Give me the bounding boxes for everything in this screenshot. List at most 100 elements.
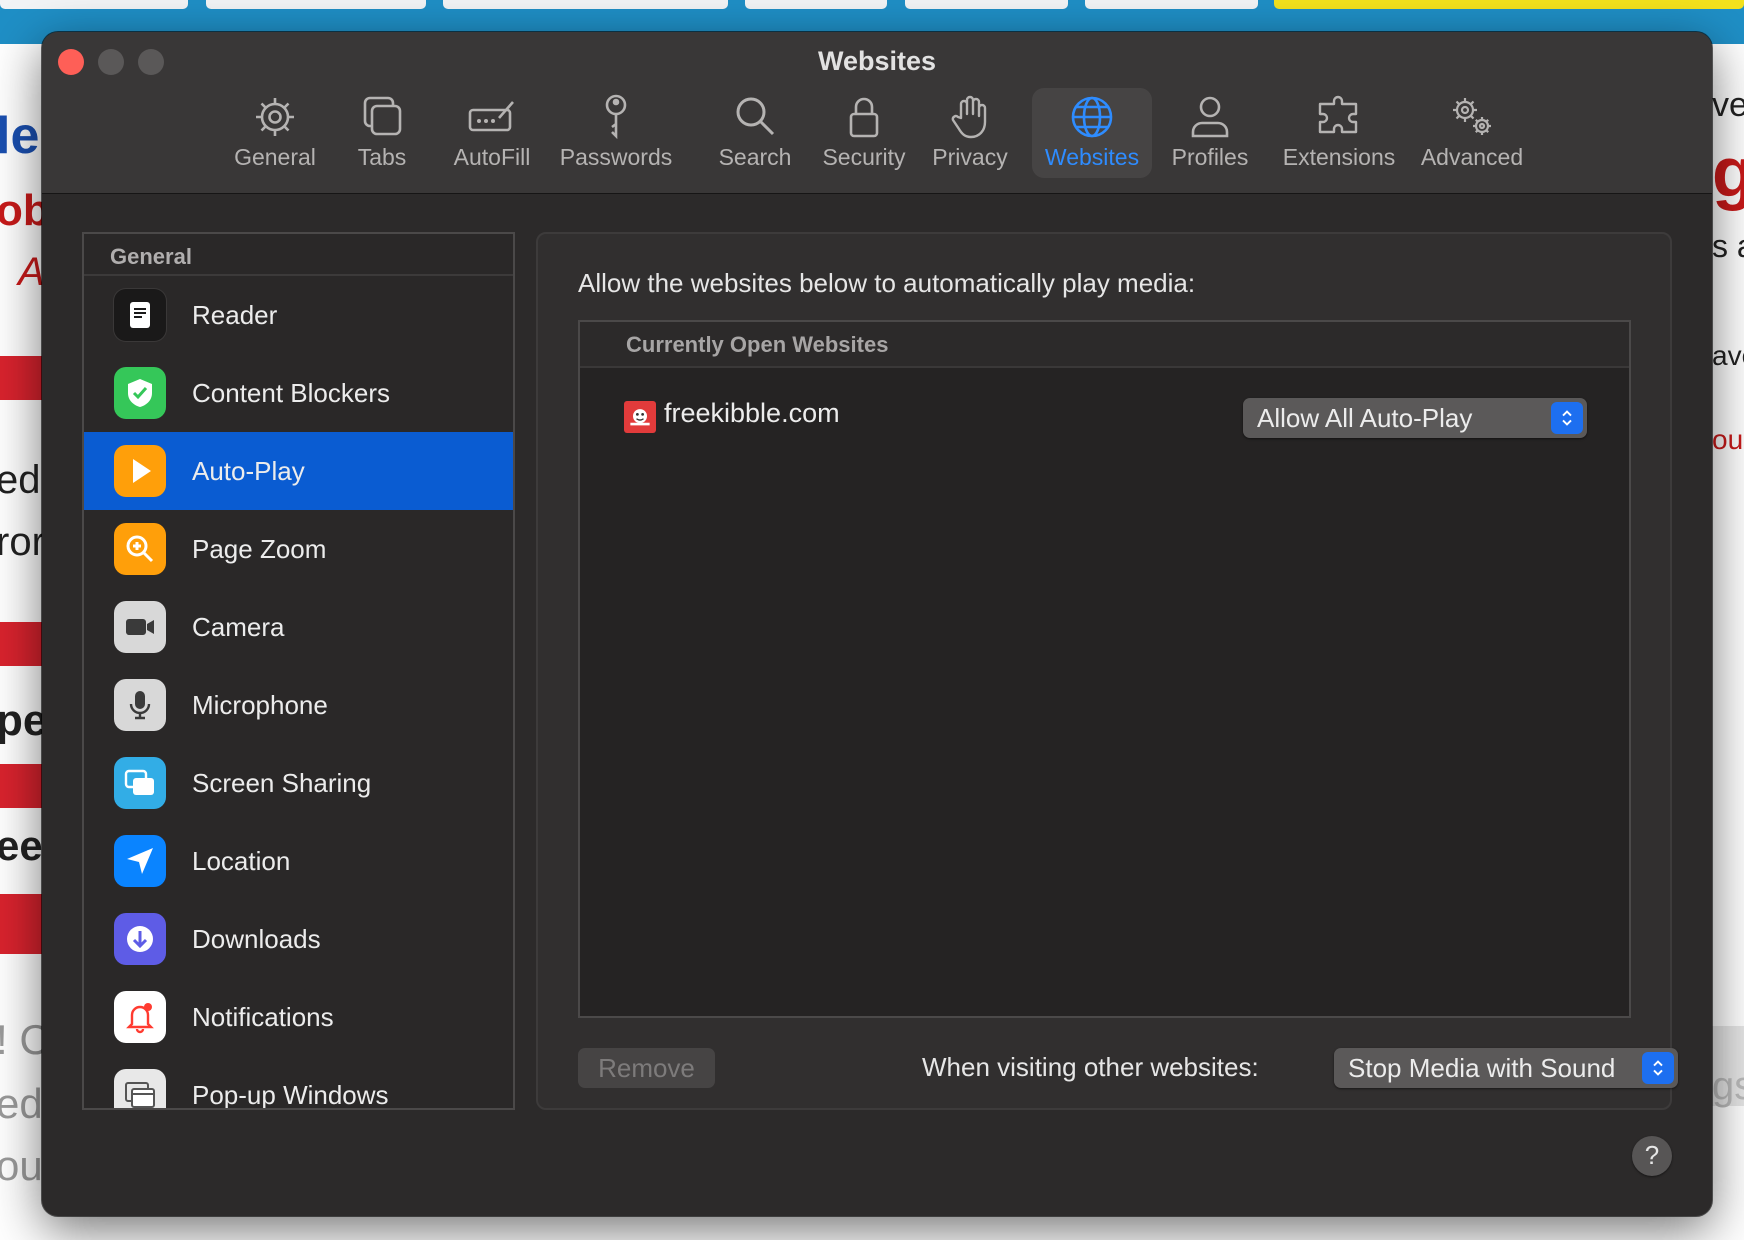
background-tab xyxy=(206,0,426,9)
hand-icon xyxy=(951,95,987,139)
tab-advanced[interactable]: Advanced xyxy=(1412,88,1532,178)
tab-search[interactable]: Search xyxy=(707,88,803,178)
window-title: Websites xyxy=(817,46,937,76)
tab-websites[interactable]: Websites xyxy=(1032,88,1152,178)
chevron-up-down-icon xyxy=(1642,1052,1674,1084)
remove-button[interactable]: Remove xyxy=(578,1048,715,1088)
sidebar-item-label: Downloads xyxy=(192,923,321,954)
tab-label: General xyxy=(234,144,316,170)
tab-security[interactable]: Security xyxy=(812,88,916,178)
sidebar-item-reader[interactable]: Reader xyxy=(84,276,513,354)
person-icon xyxy=(1191,96,1229,138)
site-favicon-icon xyxy=(624,401,656,433)
sidebar-item-label: Notifications xyxy=(192,1001,334,1032)
auto-play-setting-select[interactable]: Allow All Auto-Play xyxy=(1243,398,1587,438)
background-text: A xyxy=(18,250,45,294)
screen-sharing-icon xyxy=(114,757,166,809)
tab-label: Security xyxy=(822,144,906,170)
lock-icon xyxy=(849,97,879,138)
background-tab xyxy=(1274,0,1744,9)
tab-profiles[interactable]: Profiles xyxy=(1162,88,1258,178)
background-text: ed xyxy=(0,458,41,502)
gears-icon xyxy=(1453,98,1491,135)
camera-icon xyxy=(114,601,166,653)
background-text: ave xyxy=(1712,340,1744,371)
tab-label: Profiles xyxy=(1171,144,1249,170)
table-header: Currently Open Websites xyxy=(580,322,1629,368)
sidebar-item-content-blockers[interactable]: Content Blockers xyxy=(84,354,513,432)
sidebar-item-page-zoom[interactable]: Page Zoom xyxy=(84,510,513,588)
download-icon xyxy=(114,913,166,965)
tab-label: Extensions xyxy=(1282,144,1396,170)
tab-label: Tabs xyxy=(357,144,407,170)
sidebar-item-auto-play[interactable]: Auto-Play xyxy=(84,432,513,510)
help-button[interactable]: ? xyxy=(1632,1136,1672,1176)
tab-extensions[interactable]: Extensions xyxy=(1274,88,1404,178)
background-text: ror xyxy=(0,520,45,564)
background-tab xyxy=(905,0,1068,9)
background-text: ed xyxy=(0,1080,43,1127)
sidebar-item-label: Page Zoom xyxy=(192,533,327,564)
background-text: pe xyxy=(0,696,48,745)
sidebar-item-notifications[interactable]: Notifications xyxy=(84,978,513,1056)
background-red-band xyxy=(0,356,44,400)
sidebar-item-camera[interactable]: Camera xyxy=(84,588,513,666)
sidebar-item-label: Microphone xyxy=(192,689,328,720)
tab-label: Privacy xyxy=(932,144,1008,170)
sidebar-item-label: Auto-Play xyxy=(192,455,305,486)
tab-autofill[interactable]: AutoFill xyxy=(442,88,542,178)
background-red-band xyxy=(0,622,44,666)
bell-icon xyxy=(114,991,166,1043)
background-tab xyxy=(1085,0,1258,9)
preferences-window: Websites General Tabs AutoFill Passwords… xyxy=(42,32,1712,1216)
sidebar-item-microphone[interactable]: Microphone xyxy=(84,666,513,744)
other-websites-select[interactable]: Stop Media with Sound xyxy=(1334,1048,1678,1088)
reader-icon xyxy=(114,289,166,341)
tab-privacy[interactable]: Privacy xyxy=(924,88,1016,178)
other-websites-label: When visiting other websites: xyxy=(922,1052,1259,1082)
microphone-icon xyxy=(114,679,166,731)
sidebar-item-label: Screen Sharing xyxy=(192,767,372,798)
sidebar-item-label: Content Blockers xyxy=(192,377,390,408)
select-value: Allow All Auto-Play xyxy=(1257,403,1473,433)
tab-passwords[interactable]: Passwords xyxy=(552,88,680,178)
autofill-icon xyxy=(468,101,514,132)
tab-label: Websites xyxy=(1044,144,1140,170)
background-tab xyxy=(0,0,188,9)
panel-heading: Allow the websites below to automaticall… xyxy=(578,268,1196,298)
sidebar-item-label: Camera xyxy=(192,611,285,642)
background-tab xyxy=(443,0,728,9)
chevron-up-down-icon xyxy=(1551,402,1583,434)
site-name: freekibble.com xyxy=(664,398,840,428)
auto-play-panel: Allow the websites below to automaticall… xyxy=(536,232,1678,1110)
background-red-band xyxy=(0,764,44,808)
background-text: s a xyxy=(1712,228,1744,264)
tab-tabs[interactable]: Tabs xyxy=(337,88,427,178)
globe-icon xyxy=(1071,96,1113,138)
tab-label: Search xyxy=(718,144,792,170)
sidebar-item-location[interactable]: Location xyxy=(84,822,513,900)
websites-table[interactable]: Currently Open Websites freekibble.com A… xyxy=(578,320,1631,1018)
background-text: ve xyxy=(1712,86,1744,124)
background-tab xyxy=(745,0,887,9)
background-text: gs xyxy=(1712,1064,1744,1108)
location-arrow-icon xyxy=(114,835,166,887)
background-text: g xyxy=(1712,133,1744,211)
tab-label: Passwords xyxy=(559,144,673,170)
sidebar-header: General xyxy=(84,234,513,276)
tab-general[interactable]: General xyxy=(219,88,331,178)
sidebar-item-label: Pop-up Windows xyxy=(192,1079,389,1110)
sidebar-item-downloads[interactable]: Downloads xyxy=(84,900,513,978)
tab-label: Advanced xyxy=(1420,144,1524,170)
shield-check-icon xyxy=(114,367,166,419)
key-icon xyxy=(605,94,627,140)
websites-sidebar: General Reader Content Blockers Auto-Pla… xyxy=(82,232,515,1110)
popup-windows-icon xyxy=(114,1069,166,1108)
play-icon xyxy=(114,445,166,497)
sidebar-item-pop-up-windows[interactable]: Pop-up Windows xyxy=(84,1056,513,1110)
magnifier-icon xyxy=(736,97,775,136)
sidebar-item-screen-sharing[interactable]: Screen Sharing xyxy=(84,744,513,822)
background-red-band xyxy=(0,894,44,954)
puzzle-icon xyxy=(1318,95,1358,134)
table-row[interactable]: freekibble.com Allow All Auto-Play xyxy=(580,368,1629,458)
